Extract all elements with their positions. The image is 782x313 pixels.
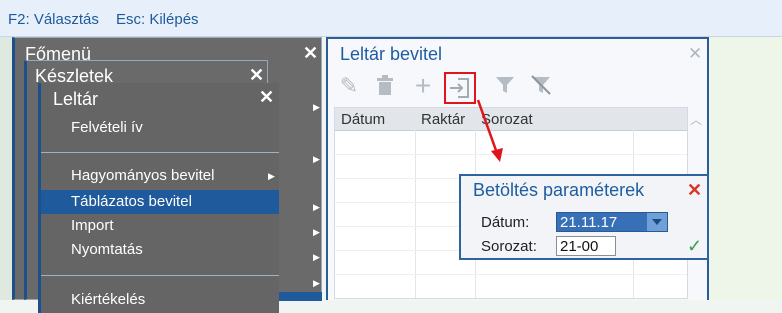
panel-title: Leltár bevitel — [340, 44, 443, 64]
menu-item-felveteli-iv[interactable]: Felvételi ív — [41, 119, 279, 141]
menu-separator — [41, 275, 279, 276]
leltar-close-icon[interactable]: ✕ — [259, 88, 274, 106]
clear-filter-icon[interactable] — [528, 73, 554, 99]
pencil-icon[interactable]: ✎ — [336, 73, 362, 99]
grid-row-line — [335, 274, 687, 275]
hint-f2: F2: Választás — [8, 11, 99, 28]
menu-item-hagyomanyos-bevitel[interactable]: Hagyományos bevitel ▶ — [41, 167, 279, 189]
grid-row-line — [335, 154, 687, 155]
column-header-raktar[interactable]: Raktár — [421, 111, 465, 128]
leltar-menu: Leltár ✕ Felvételi ív Hagyományos bevite… — [38, 83, 279, 313]
background-left — [0, 37, 12, 300]
series-input[interactable]: 21-00 — [556, 236, 616, 256]
date-select[interactable]: 21.11.17 — [556, 212, 668, 232]
chevron-right-icon: ▶ — [268, 171, 275, 181]
menu-item-tablazatos-bevitel[interactable]: Táblázatos bevitel — [41, 190, 279, 214]
menu-item-import[interactable]: Import — [41, 217, 279, 239]
background-right — [710, 37, 782, 300]
betoltes-parameterek-dialog: Betöltés paraméterek ✕ Dátum: 21.11.17 S… — [459, 174, 709, 260]
panel-close-icon[interactable]: ✕ — [688, 44, 702, 64]
grid-column-divider — [415, 108, 416, 298]
shortcut-bar: F2: Választás Esc: Kilépés — [0, 0, 782, 37]
highlight-arrow — [476, 99, 503, 162]
chevron-right-icon: ▶ — [313, 278, 320, 288]
dialog-title: Betöltés paraméterek — [473, 180, 645, 200]
column-header-datum[interactable]: Dátum — [341, 111, 385, 128]
date-label: Dátum: — [481, 214, 530, 231]
scroll-up-icon[interactable]: ︿ — [690, 111, 702, 128]
series-label: Sorozat: — [481, 238, 537, 255]
keszletek-close-icon[interactable]: ✕ — [249, 66, 264, 84]
fomenu-close-icon[interactable]: ✕ — [303, 44, 318, 62]
chevron-right-icon: ▶ — [313, 202, 320, 212]
trash-icon[interactable] — [372, 73, 398, 99]
chevron-right-icon: ▶ — [313, 227, 320, 237]
chevron-right-icon: ▶ — [313, 102, 320, 112]
menu-item-kiertekeles[interactable]: Kiértékelés — [41, 291, 279, 313]
leltar-bevitel-panel: Leltár bevitel ✕ ✎ + Dátum Raktár Soroza… — [326, 37, 709, 300]
confirm-check-icon[interactable]: ✓ — [687, 236, 702, 257]
chevron-down-icon[interactable] — [647, 213, 667, 231]
hint-esc: Esc: Kilépés — [116, 11, 199, 28]
menu-item-nyomtatas[interactable]: Nyomtatás — [41, 241, 279, 263]
chevron-right-icon: ▶ — [313, 154, 320, 164]
plus-icon[interactable]: + — [410, 72, 436, 100]
grid-header: Dátum Raktár Sorozat — [335, 108, 687, 131]
chevron-right-icon: ▶ — [313, 252, 320, 262]
dialog-close-icon[interactable]: ✕ — [687, 180, 702, 201]
menu-separator — [41, 152, 279, 153]
leltar-title: Leltár — [53, 89, 99, 109]
